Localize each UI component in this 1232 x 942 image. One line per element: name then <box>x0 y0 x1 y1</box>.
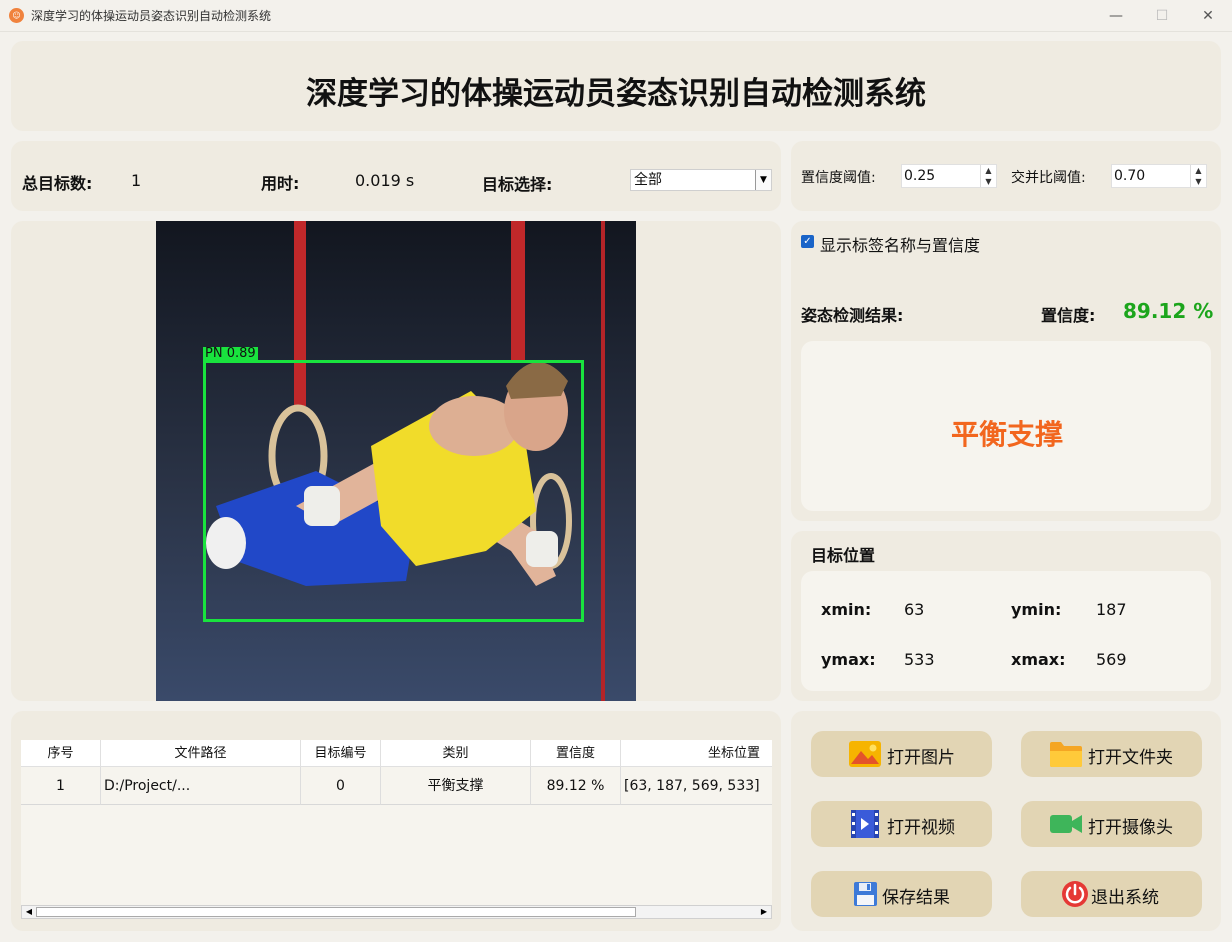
col-header-index[interactable]: 序号 <box>21 740 101 767</box>
save-result-label: 保存结果 <box>882 888 950 908</box>
table-cell-confidence[interactable]: 89.12 % <box>531 767 621 805</box>
col-header-confidence[interactable]: 置信度 <box>531 740 621 767</box>
header-panel: 深度学习的体操运动员姿态识别自动检测系统 <box>11 41 1221 131</box>
video-icon <box>851 810 879 838</box>
open-folder-button[interactable]: 打开文件夹 <box>1021 731 1202 777</box>
detection-bounding-box <box>203 360 584 622</box>
window-titlebar: ☺ 深度学习的体操运动员姿态识别自动检测系统 — ☐ ✕ <box>0 0 1232 32</box>
results-table: 序号 文件路径 目标编号 类别 置信度 坐标位置 1 D:/Project/..… <box>21 740 772 906</box>
table-cell-target-id[interactable]: 0 <box>301 767 381 805</box>
power-icon <box>1062 881 1088 907</box>
pose-result-label: 姿态检测结果: <box>801 306 904 325</box>
floppy-disk-icon <box>854 882 877 906</box>
iou-threshold-spinbox[interactable]: 0.70 ▲ ▼ <box>1111 164 1207 188</box>
time-label: 用时: <box>261 174 300 193</box>
open-camera-button[interactable]: 打开摄像头 <box>1021 801 1202 847</box>
time-value: 0.019 s <box>355 171 415 190</box>
target-select-label: 目标选择: <box>482 175 553 194</box>
table-cell-coords[interactable]: [63, 187, 569, 533] <box>621 767 772 805</box>
open-folder-label: 打开文件夹 <box>1088 748 1173 768</box>
confidence-label: 置信度: <box>1041 306 1096 325</box>
col-header-class[interactable]: 类别 <box>381 740 531 767</box>
exit-label: 退出系统 <box>1091 888 1159 908</box>
close-button[interactable]: ✕ <box>1188 4 1228 28</box>
show-label-text[interactable]: 显示标签名称与置信度 <box>820 232 980 256</box>
show-label-checkbox[interactable]: ✓ <box>801 235 814 248</box>
spin-up-icon[interactable]: ▲ <box>1190 165 1206 176</box>
page-title: 深度学习的体操运动员姿态识别自动检测系统 <box>306 76 926 112</box>
scroll-right-icon[interactable]: ▶ <box>757 906 771 918</box>
save-result-button[interactable]: 保存结果 <box>811 871 992 917</box>
open-camera-label: 打开摄像头 <box>1088 818 1173 838</box>
conf-threshold-value: 0.25 <box>904 168 936 184</box>
xmax-label: xmax: <box>1011 650 1066 669</box>
folder-icon <box>1050 742 1082 767</box>
iou-threshold-value: 0.70 <box>1114 168 1146 184</box>
detection-box-label: PN 0.89 <box>203 346 258 361</box>
exit-button[interactable]: 退出系统 <box>1021 871 1202 917</box>
image-icon <box>849 741 881 767</box>
open-image-label: 打开图片 <box>887 748 955 768</box>
open-video-label: 打开视频 <box>887 818 955 838</box>
xmax-value: 569 <box>1096 650 1127 669</box>
conf-threshold-label: 置信度阈值: <box>801 170 876 186</box>
col-header-path[interactable]: 文件路径 <box>101 740 301 767</box>
maximize-button[interactable]: ☐ <box>1142 4 1182 28</box>
target-select[interactable]: 全部 ▼ <box>630 169 772 191</box>
table-cell-index[interactable]: 1 <box>21 767 101 805</box>
ymax-label: ymax: <box>821 650 876 669</box>
col-header-coords[interactable]: 坐标位置 <box>621 740 772 767</box>
table-cell-class[interactable]: 平衡支撑 <box>381 767 531 805</box>
open-image-button[interactable]: 打开图片 <box>811 731 992 777</box>
app-icon: ☺ <box>9 8 24 23</box>
xmin-label: xmin: <box>821 600 872 619</box>
conf-threshold-spinbox[interactable]: 0.25 ▲ ▼ <box>901 164 997 188</box>
total-targets-label: 总目标数: <box>22 174 93 193</box>
minimize-button[interactable]: — <box>1096 4 1136 28</box>
confidence-value: 89.12 % <box>1123 299 1214 323</box>
position-box <box>801 571 1211 691</box>
ymax-value: 533 <box>904 650 935 669</box>
iou-threshold-label: 交并比阈值: <box>1011 170 1086 186</box>
open-video-button[interactable]: 打开视频 <box>811 801 992 847</box>
xmin-value: 63 <box>904 600 925 619</box>
target-select-value: 全部 <box>634 172 662 188</box>
scroll-left-icon[interactable]: ◀ <box>22 906 36 918</box>
spin-down-icon[interactable]: ▼ <box>1190 176 1206 187</box>
col-header-target-id[interactable]: 目标编号 <box>301 740 381 767</box>
table-cell-path[interactable]: D:/Project/... <box>101 767 301 805</box>
camera-icon <box>1050 815 1082 833</box>
scrollbar-thumb[interactable] <box>36 907 636 917</box>
table-horizontal-scrollbar[interactable]: ◀ ▶ <box>21 905 772 919</box>
window-title: 深度学习的体操运动员姿态识别自动检测系统 <box>31 9 272 23</box>
spin-up-icon[interactable]: ▲ <box>980 165 996 176</box>
chevron-down-icon[interactable]: ▼ <box>755 170 771 190</box>
total-targets-value: 1 <box>131 171 142 190</box>
spin-down-icon[interactable]: ▼ <box>980 176 996 187</box>
position-title: 目标位置 <box>811 546 876 565</box>
pose-class-name: 平衡支撑 <box>950 418 1063 451</box>
ymin-label: ymin: <box>1011 600 1062 619</box>
ymin-value: 187 <box>1096 600 1127 619</box>
detection-image: PN 0.89 <box>156 221 636 701</box>
